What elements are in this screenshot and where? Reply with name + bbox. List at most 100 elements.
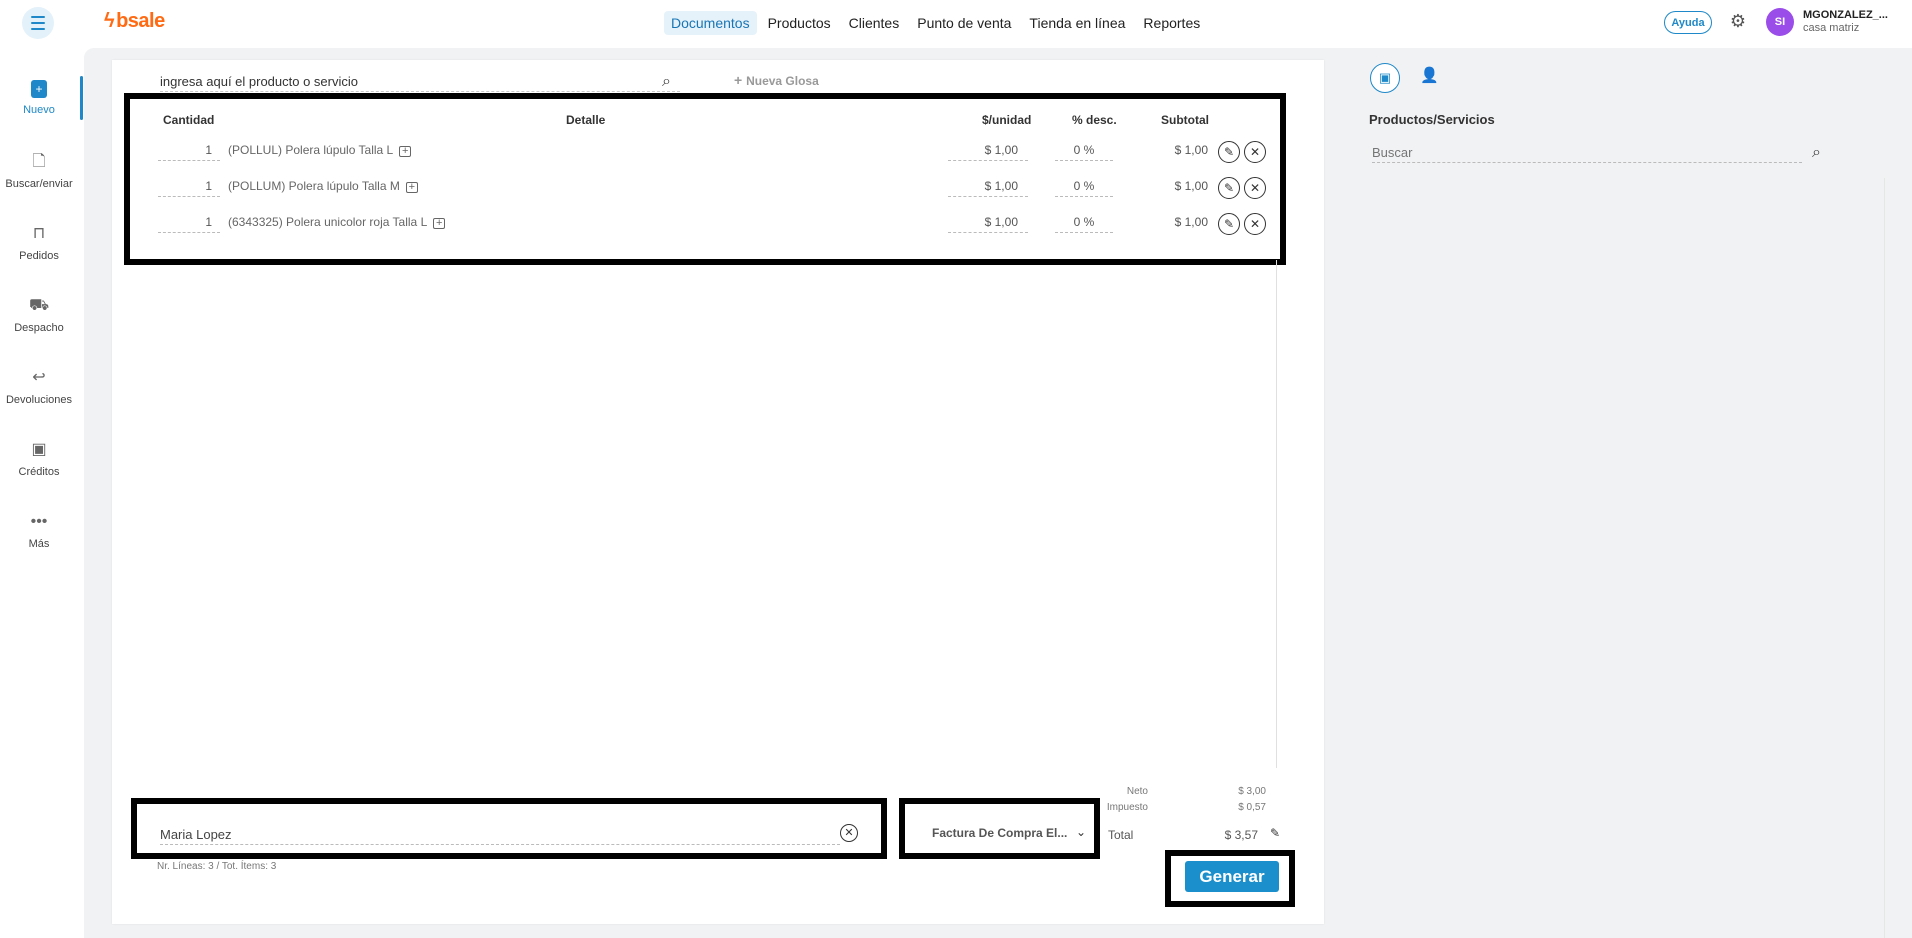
sidebar-item-label: Nuevo: [23, 104, 55, 116]
column-divider: [1276, 260, 1277, 768]
edit-row-icon[interactable]: ✎: [1218, 213, 1240, 235]
client-tab-icon[interactable]: 👤: [1420, 66, 1439, 84]
col-header-disc: % desc.: [1072, 113, 1117, 127]
qty-input[interactable]: 1: [158, 213, 220, 233]
credit-icon: ▣: [31, 441, 47, 458]
qty-input[interactable]: 1: [158, 141, 220, 161]
plus-icon: +: [734, 72, 747, 88]
remove-row-icon[interactable]: ✕: [1244, 213, 1266, 235]
add-note-icon[interactable]: +: [405, 182, 418, 193]
sidebar-item-devoluciones[interactable]: ↩ Devoluciones: [0, 368, 78, 406]
edit-total-icon[interactable]: ✎: [1270, 826, 1280, 840]
edit-row-icon[interactable]: ✎: [1218, 141, 1240, 163]
sidebar-item-pedidos[interactable]: ⊓ Pedidos: [0, 224, 78, 262]
main-nav: Documentos Productos Clientes Punto de v…: [664, 11, 1207, 35]
item-detail: (POLLUM) Polera lúpulo Talla M +: [228, 179, 418, 193]
search-document-icon: 🗋: [32, 153, 46, 170]
truck-icon: ⛟: [29, 297, 50, 314]
sidebar-item-mas[interactable]: ••• Más: [0, 512, 78, 550]
row-subtotal: $ 1,00: [1174, 143, 1208, 157]
sidebar-item-despacho[interactable]: ⛟ Despacho: [0, 296, 78, 334]
discount-input[interactable]: 0 %: [1055, 213, 1113, 233]
total-label: Total: [1108, 828, 1134, 842]
panel-title: Productos/Servicios: [1369, 112, 1495, 127]
nav-punto-de-venta[interactable]: Punto de venta: [910, 11, 1018, 35]
unit-price-input[interactable]: $ 1,00: [948, 141, 1028, 161]
unit-price-input[interactable]: $ 1,00: [948, 177, 1028, 197]
discount-input[interactable]: 0 %: [1055, 141, 1113, 161]
impuesto-label: Impuesto: [1106, 802, 1148, 813]
sidebar-item-creditos[interactable]: ▣ Créditos: [0, 440, 78, 478]
item-detail: (6343325) Polera unicolor roja Talla L +: [228, 215, 446, 229]
panel-scrollbar-track: [1884, 178, 1885, 938]
new-glosa-button[interactable]: + Nueva Glosa: [734, 72, 819, 88]
sidebar-item-label: Pedidos: [19, 250, 59, 262]
table-row: 1 (POLLUL) Polera lúpulo Talla L + $ 1,00…: [150, 141, 1280, 165]
return-arrow-icon: ↩: [32, 369, 46, 386]
qty-input[interactable]: 1: [158, 177, 220, 197]
new-document-icon: +: [31, 80, 47, 98]
products-tab-icon[interactable]: ▣: [1370, 63, 1400, 93]
col-header-unit: $/unidad: [982, 113, 1032, 127]
remove-row-icon[interactable]: ✕: [1244, 141, 1266, 163]
sidebar-item-label: Créditos: [18, 466, 60, 478]
item-detail-text: (6343325) Polera unicolor roja Talla L: [228, 215, 428, 229]
nav-clientes[interactable]: Clientes: [842, 11, 907, 35]
lines-count: Nr. Líneas: 3 / Tot. Ítems: 3: [157, 861, 277, 872]
menu-icon[interactable]: [22, 7, 54, 39]
generate-button[interactable]: Generar: [1185, 861, 1279, 892]
item-detail: (POLLUL) Polera lúpulo Talla L +: [228, 143, 412, 157]
neto-label: Neto: [1126, 786, 1148, 797]
sidebar-item-label: Despacho: [14, 322, 64, 334]
sidebar-item-label: Buscar/enviar: [5, 178, 73, 190]
remove-row-icon[interactable]: ✕: [1244, 177, 1266, 199]
row-subtotal: $ 1,00: [1174, 179, 1208, 193]
bolt-icon: ϟ: [104, 10, 115, 32]
sidebar-item-label: Más: [28, 538, 50, 550]
neto-value: $ 3,00: [1238, 786, 1266, 797]
help-button[interactable]: Ayuda: [1664, 11, 1712, 34]
avatar[interactable]: SI: [1766, 8, 1794, 36]
impuesto-value: $ 0,57: [1238, 802, 1266, 813]
nav-tienda-en-linea[interactable]: Tienda en línea: [1022, 11, 1132, 35]
discount-input[interactable]: 0 %: [1055, 177, 1113, 197]
table-row: 1 (POLLUM) Polera lúpulo Talla M + $ 1,00…: [150, 177, 1280, 201]
add-note-icon[interactable]: +: [399, 146, 412, 157]
shopping-bag-icon: ⊓: [32, 225, 46, 242]
brand-logo-text: bsale: [116, 10, 165, 32]
total-value: $ 3,57: [1224, 828, 1258, 842]
add-note-icon[interactable]: +: [433, 218, 446, 229]
brand-logo[interactable]: ϟ bsale: [104, 10, 165, 33]
search-icon[interactable]: ⌕: [662, 73, 671, 91]
product-search: [160, 72, 680, 92]
sidebar-item-nuevo[interactable]: + Nuevo: [0, 80, 78, 116]
edit-row-icon[interactable]: ✎: [1218, 177, 1240, 199]
gear-icon[interactable]: ⚙: [1728, 11, 1748, 31]
clear-client-icon[interactable]: ✕: [840, 824, 858, 842]
client-input[interactable]: [160, 825, 840, 845]
right-panel: [1328, 48, 1912, 938]
product-search-input[interactable]: [160, 72, 680, 92]
search-icon[interactable]: ⌕: [1812, 144, 1821, 162]
user-branch: casa matriz: [1803, 22, 1860, 34]
col-header-qty: Cantidad: [163, 113, 215, 127]
panel-search-input[interactable]: [1372, 143, 1802, 163]
nav-documentos[interactable]: Documentos: [664, 11, 757, 35]
sidebar-item-label: Devoluciones: [5, 394, 73, 406]
doc-type-select[interactable]: Factura De Compra El...: [932, 826, 1067, 840]
col-header-subtotal: Subtotal: [1161, 113, 1209, 127]
sidebar-item-buscar-enviar[interactable]: 🗋 Buscar/enviar: [0, 152, 78, 190]
more-dots-icon: •••: [30, 513, 48, 530]
item-detail-text: (POLLUM) Polera lúpulo Talla M: [228, 179, 400, 193]
user-name[interactable]: MGONZALEZ_...: [1803, 9, 1888, 21]
col-header-detail: Detalle: [566, 113, 606, 127]
top-bar: ϟ bsale Documentos Productos Clientes Pu…: [0, 0, 1912, 44]
chevron-down-icon[interactable]: ⌄: [1076, 825, 1086, 839]
nav-reportes[interactable]: Reportes: [1136, 11, 1207, 35]
item-detail-text: (POLLUL) Polera lúpulo Talla L: [228, 143, 394, 157]
row-subtotal: $ 1,00: [1174, 215, 1208, 229]
new-glosa-label: Nueva Glosa: [746, 74, 819, 88]
sidebar-active-indicator: [80, 76, 83, 120]
nav-productos[interactable]: Productos: [761, 11, 838, 35]
unit-price-input[interactable]: $ 1,00: [948, 213, 1028, 233]
